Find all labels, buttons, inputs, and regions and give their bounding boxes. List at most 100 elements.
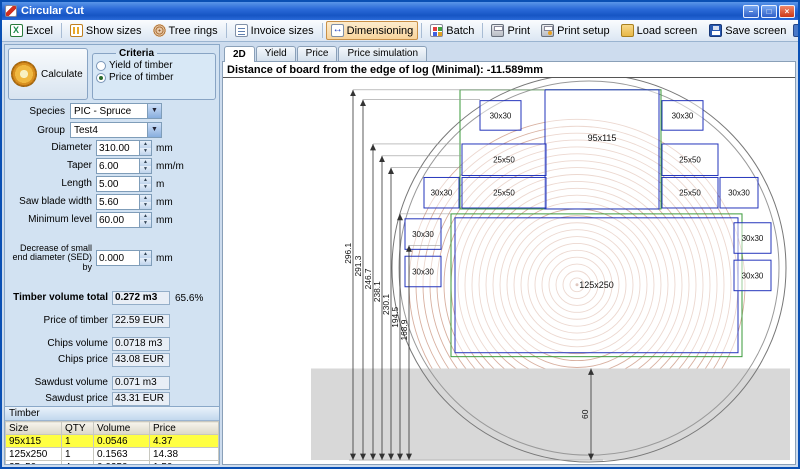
toolbar-button-excel[interactable]: Excel [5, 21, 58, 40]
toolbar-button-invoice-sizes[interactable]: Invoice sizes [230, 21, 319, 40]
spinner[interactable]: ▲▼ [140, 212, 152, 228]
criteria-radio-yield-of-timber[interactable]: Yield of timber [96, 60, 212, 71]
tab-2d[interactable]: 2D [224, 46, 255, 62]
board-label: 30x30 [412, 268, 434, 277]
tree-rings-icon [153, 24, 166, 37]
close-button[interactable]: × [779, 5, 795, 18]
board-30x30[interactable]: 30x30 [720, 177, 758, 208]
summary-label: Chips volume [8, 339, 112, 350]
show-sizes-icon [70, 24, 83, 37]
length-input[interactable]: 5.00 [96, 176, 140, 192]
species-dropdown[interactable]: PIC - Spruce▼ [70, 103, 162, 119]
diameter-input[interactable]: 310.00 [96, 140, 140, 156]
table-row[interactable]: 125x25010.156314.38 [6, 448, 219, 461]
table-cell: 0.1563 [94, 448, 150, 461]
board-30x30[interactable]: 30x30 [662, 101, 703, 131]
board-30x30[interactable]: 30x30 [405, 256, 441, 287]
board-25x50[interactable]: 25x50 [462, 144, 546, 176]
field-rows: Diameter310.00▲▼mmTaper6.00▲▼mm/mLength5… [5, 138, 219, 272]
save-screen-icon [709, 24, 722, 37]
screen-icon[interactable] [793, 24, 800, 37]
criteria-radio-price-of-timber[interactable]: Price of timber [96, 72, 212, 83]
board-25x50[interactable]: 25x50 [462, 177, 546, 208]
radio-label: Yield of timber [109, 60, 173, 71]
spinner-down-icon[interactable]: ▼ [140, 258, 151, 265]
spinner-up-icon[interactable]: ▲ [140, 213, 151, 220]
minimize-button[interactable]: – [743, 5, 759, 18]
spinner[interactable]: ▲▼ [140, 140, 152, 156]
board-25x50[interactable]: 25x50 [662, 144, 718, 176]
criteria-title: Criteria [116, 48, 157, 59]
spinner[interactable]: ▲▼ [140, 250, 152, 266]
spinner-up-icon[interactable]: ▲ [140, 141, 151, 148]
field-row-minimum-level: Minimum level60.00▲▼mm [8, 212, 216, 228]
column-header-size[interactable]: Size [6, 422, 62, 435]
summary-row-price-of-timber: Price of timber22.59 EUR [8, 314, 216, 328]
column-header-qty[interactable]: QTY [62, 422, 94, 435]
spinner-down-icon[interactable]: ▼ [140, 166, 151, 173]
batch-icon [430, 24, 443, 37]
saw-blade-width-input[interactable]: 5.60 [96, 194, 140, 210]
select-rows: SpeciesPIC - Spruce▼GroupTest4▼ [5, 100, 219, 138]
toolbar-button-batch[interactable]: Batch [425, 21, 479, 40]
app-icon [5, 5, 17, 17]
toolbar-button-print-setup[interactable]: Print setup [536, 21, 615, 40]
spinner-up-icon[interactable]: ▲ [140, 195, 151, 202]
unit-label: m [152, 179, 164, 190]
board-label: 25x50 [679, 156, 701, 165]
board-95x115[interactable]: 95x115 [545, 90, 659, 209]
toolbar-separator [61, 23, 62, 38]
spinner[interactable]: ▲▼ [140, 158, 152, 174]
spinner-up-icon[interactable]: ▲ [140, 251, 151, 258]
board-125x250[interactable]: 125x250 [455, 218, 738, 353]
board-30x30[interactable]: 30x30 [734, 223, 771, 254]
toolbar-button-dimensioning[interactable]: Dimensioning [326, 21, 419, 40]
timber-section-header: Timber [5, 407, 219, 421]
drawing-panel: Distance of board from the edge of log (… [222, 61, 796, 465]
tab-price[interactable]: Price [297, 46, 338, 61]
spinner[interactable]: ▲▼ [140, 176, 152, 192]
radio-icon [96, 73, 106, 83]
taper-input[interactable]: 6.00 [96, 158, 140, 174]
spinner-down-icon[interactable]: ▼ [140, 220, 151, 227]
table-row[interactable]: 95x11510.05464.37 [6, 435, 219, 448]
toolbar-button-load-screen[interactable]: Load screen [616, 21, 703, 40]
tab-price-simulation[interactable]: Price simulation [338, 46, 427, 61]
decrease-of-small-end-diameter-sed-by-input[interactable]: 0.000 [96, 250, 140, 266]
table-cell: 1 [62, 435, 94, 448]
spinner-down-icon[interactable]: ▼ [140, 184, 151, 191]
spinner-up-icon[interactable]: ▲ [140, 159, 151, 166]
spinner-up-icon[interactable]: ▲ [140, 177, 151, 184]
spinner[interactable]: ▲▼ [140, 194, 152, 210]
toolbar-button-tree-rings[interactable]: Tree rings [148, 21, 223, 40]
board-label: 25x50 [493, 156, 515, 165]
column-header-price[interactable]: Price [150, 422, 219, 435]
load-screen-icon [621, 24, 634, 37]
calculate-criteria-box: Calculate Criteria Yield of timberPrice … [8, 48, 216, 100]
toolbar-button-save-screen[interactable]: Save screen [704, 21, 791, 40]
calculate-button[interactable]: Calculate [8, 48, 88, 100]
field-row-taper: Taper6.00▲▼mm/m [8, 158, 216, 174]
tab-yield[interactable]: Yield [256, 46, 296, 61]
board-30x30[interactable]: 30x30 [734, 260, 771, 291]
spinner-down-icon[interactable]: ▼ [140, 148, 151, 155]
maximize-button[interactable]: □ [761, 5, 777, 18]
summary-row-timber-volume-total: Timber volume total0.272 m365.6% [8, 291, 216, 305]
group-dropdown[interactable]: Test4▼ [70, 122, 162, 138]
column-header-volume[interactable]: Volume [94, 422, 150, 435]
minimum-level-input[interactable]: 60.00 [96, 212, 140, 228]
dropdown-value: PIC - Spruce [71, 106, 147, 117]
board-30x30[interactable]: 30x30 [405, 219, 441, 250]
spinner-down-icon[interactable]: ▼ [140, 202, 151, 209]
table-cell: 95x115 [6, 435, 62, 448]
toolbar-button-label: Print [507, 25, 530, 37]
dimension-label: 296.1 [343, 243, 353, 264]
table-row[interactable]: 25x5040.02501.50 [6, 461, 219, 465]
toolbar-button-show-sizes[interactable]: Show sizes [65, 21, 147, 40]
board-30x30[interactable]: 30x30 [424, 177, 459, 208]
table-cell: 4.37 [150, 435, 219, 448]
toolbar-button-print[interactable]: Print [486, 21, 535, 40]
criteria-options: Yield of timberPrice of timber [96, 60, 212, 83]
board-30x30[interactable]: 30x30 [480, 101, 521, 131]
board-25x50[interactable]: 25x50 [662, 177, 718, 208]
